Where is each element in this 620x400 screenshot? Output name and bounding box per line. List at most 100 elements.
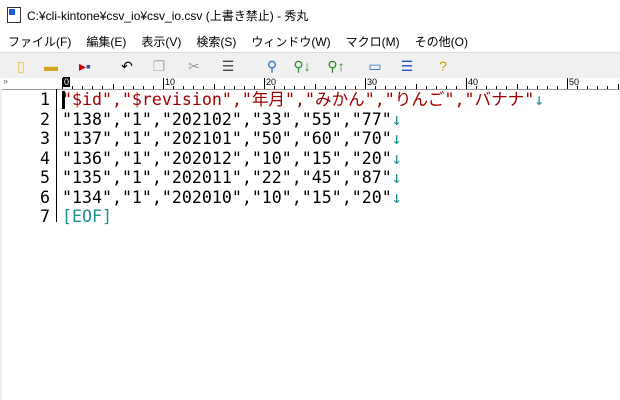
ruler-tick [425,86,427,89]
menu-edit[interactable]: 編集(E) [86,33,126,50]
ruler-tick [223,86,225,89]
ruler-tick [132,86,134,89]
ruler-tick [203,86,205,89]
ruler-label: 0 [63,77,71,87]
ruler-tick [466,78,467,89]
line-number: 1 [40,90,50,109]
ruler-tick [506,86,508,89]
ruler-tick [233,86,235,89]
ruler-tick [163,78,164,89]
ruler-tick [62,78,63,89]
cut-icon[interactable]: ✂ [185,58,203,74]
eof-marker: [EOF] [62,207,112,226]
ruler-tick [82,86,84,89]
ruler-tick [577,86,579,89]
menu-other[interactable]: その他(O) [415,33,468,50]
ruler-tick [587,86,589,89]
app-icon [7,7,21,23]
line-text: "137","1","202101","50","60","70"↓ [62,129,402,148]
ruler-tick [304,86,306,89]
newline-mark-icon: ↓ [391,129,402,148]
ruler-tick [253,86,255,89]
ruler-tick [486,86,488,89]
line-content: "135","1","202011","22","45","87" [62,168,392,187]
search-prev-icon[interactable]: ⚲↑ [327,58,345,74]
line-number: 6 [40,187,50,207]
ruler-tick [375,86,377,89]
ruler-tick [455,86,457,89]
ruler-tick [344,86,346,89]
ruler-tick [193,86,195,89]
paste-icon[interactable]: ☰ [219,58,237,74]
ruler-tick [476,86,478,89]
newline-mark-icon: ↓ [391,109,402,129]
line-number: 4 [40,148,50,168]
line-number: 2 [40,109,50,129]
ruler-tick [324,86,326,89]
ruler-tick [617,84,619,89]
ruler-tick [102,86,104,89]
editor-line[interactable]: 6 "134","1","202010","10","15","20"↓ [0,188,620,207]
ruler-tick [526,86,528,89]
line-text: "$id","$revision","年月","みかん","りんご","バナナ"… [62,90,544,109]
ruler-tick [264,78,265,89]
newline-mark-icon: ↓ [391,148,402,168]
line-number: 5 [40,168,50,187]
ruler-tick [284,86,286,89]
ruler-tick [152,86,154,89]
line-text: "135","1","202011","22","45","87"↓ [62,168,402,187]
ruler-tick [112,84,114,89]
copy-icon[interactable]: ❐ [150,58,168,74]
ruler-tick [142,86,144,89]
line-content: "$id","$revision","年月","みかん","りんご","バナナ" [62,90,535,109]
save-icon[interactable]: ▸▪ [76,58,94,74]
ruler-tick [567,78,568,89]
line-content: "136","1","202012","10","15","20" [62,148,392,168]
menu-search[interactable]: 検索(S) [196,33,236,50]
toolbar: ▯ ▬ ▸▪ ↶ ❐ ✂ ☰ ⚲ ⚲↓ ⚲↑ ▭ ☰ ? [0,52,620,79]
help-icon[interactable]: ? [434,58,452,74]
ruler-tick [314,84,316,89]
menu-file[interactable]: ファイル(F) [8,33,71,50]
editor-line[interactable]: 2 "138","1","202102","33","55","77"↓ [0,110,620,129]
text-cursor [62,91,65,109]
open-folder-icon[interactable]: ▬ [42,58,60,74]
editor-line[interactable]: 4 "136","1","202012","10","15","20"↓ [0,149,620,168]
line-text: "136","1","202012","10","15","20"↓ [62,149,402,168]
line-content: "138","1","202102","33","55","77" [62,109,392,129]
menu-macro[interactable]: マクロ(M) [346,33,400,50]
ruler-tick [607,86,609,89]
new-file-icon[interactable]: ▯ [12,58,30,74]
ruler-tick [536,86,538,89]
search-icon[interactable]: ⚲ [263,58,281,74]
ruler-tick [183,86,185,89]
ruler-tick [496,86,498,89]
ruler-tick [274,86,276,89]
ruler-tick [395,86,397,89]
editor-line[interactable]: 5 "135","1","202011","22","45","87"↓ [0,168,620,187]
ruler-tick [516,84,518,89]
menu-view[interactable]: 表示(V) [141,33,181,50]
line-content: "134","1","202010","10","15","20" [62,187,392,207]
split-window-icon[interactable]: ☰ [398,58,416,74]
line-text: [EOF] [62,207,112,226]
ruler-tick [334,86,336,89]
ruler-tick [213,84,215,89]
menu-window[interactable]: ウィンドウ(W) [251,33,330,50]
ruler-tick [445,86,447,89]
ruler-tick [92,86,94,89]
search-next-icon[interactable]: ⚲↓ [293,58,311,74]
ruler-tick [556,86,558,89]
editor-line[interactable]: 1 "$id","$revision","年月","みかん","りんご","バナナ… [0,90,620,109]
newline-mark-icon: ↓ [391,187,402,207]
editor-line[interactable]: 3 "137","1","202101","50","60","70"↓ [0,129,620,148]
ruler-tick [546,86,548,89]
ruler-tick [405,86,407,89]
line-number: 3 [40,129,50,148]
grep-icon[interactable]: ▭ [366,58,384,74]
ruler-tick [365,78,366,89]
newline-mark-icon: ↓ [391,168,402,187]
undo-icon[interactable]: ↶ [118,58,136,74]
line-text: "134","1","202010","10","15","20"↓ [62,188,402,207]
editor-line[interactable]: 7 [EOF] [0,207,620,226]
